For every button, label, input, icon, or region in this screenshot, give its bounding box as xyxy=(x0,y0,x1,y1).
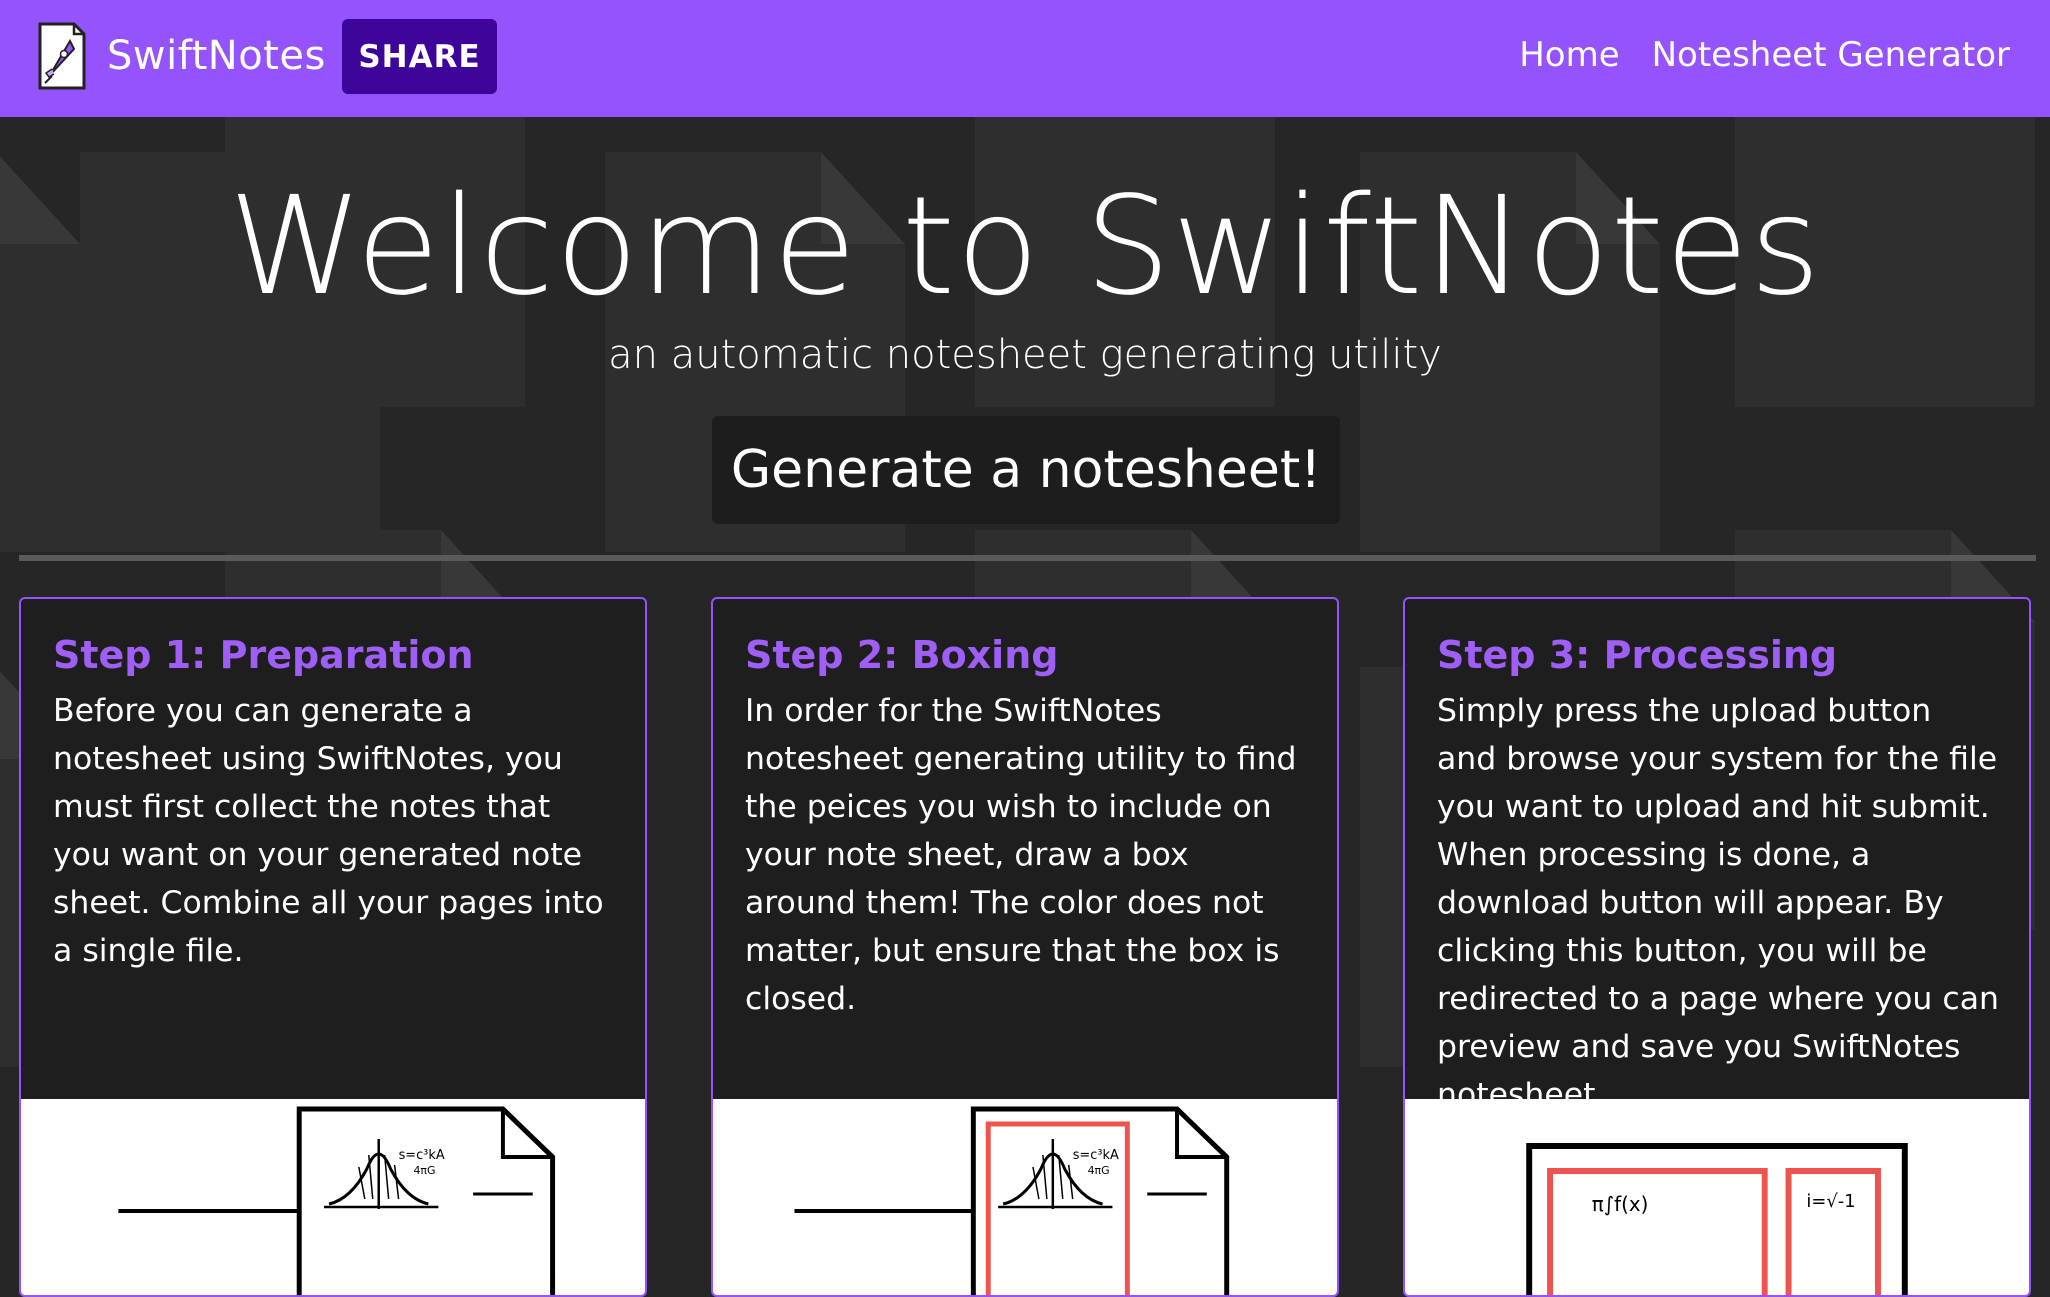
svg-text:i=√-1: i=√-1 xyxy=(1806,1191,1855,1212)
step-description: In order for the SwiftNotes notesheet ge… xyxy=(745,693,1297,1017)
svg-text:4πG: 4πG xyxy=(1088,1164,1110,1177)
nav-links: Home Notesheet Generator xyxy=(1519,35,2010,75)
hero-title: Welcome to SwiftNotes xyxy=(228,168,1822,326)
divider xyxy=(19,555,2036,561)
step-card-processing: Step 3: Processing Simply press the uplo… xyxy=(1403,597,2031,1297)
svg-text:s=c³kA: s=c³kA xyxy=(1073,1148,1119,1163)
step-illustration: s=c³kA 4πG xyxy=(713,1099,1337,1295)
top-navbar: SwiftNotes SHARE Home Notesheet Generato… xyxy=(0,0,2050,117)
notes-page-illustration: s=c³kA 4πG xyxy=(118,1106,556,1295)
brand[interactable]: SwiftNotes xyxy=(37,21,326,91)
step-description: Simply press the upload button and brows… xyxy=(1437,693,1999,1113)
step-title: Step 2: Boxing xyxy=(745,633,1059,677)
step-title: Step 1: Preparation xyxy=(53,633,474,677)
rocket-document-icon xyxy=(38,22,86,90)
step-card-preparation: Step 1: Preparation Before you can gener… xyxy=(19,597,647,1297)
svg-text:s=c³kA: s=c³kA xyxy=(399,1148,445,1163)
nav-link-home[interactable]: Home xyxy=(1519,35,1619,75)
step-title: Step 3: Processing xyxy=(1437,633,1838,677)
step-illustration: π∫f(x) i=√-1 xyxy=(1405,1099,2029,1295)
step-illustration: s=c³kA 4πG xyxy=(21,1099,645,1295)
hero-subtitle: an automatic notesheet generating utilit… xyxy=(608,332,1442,378)
step-description: Before you can generate a notesheet usin… xyxy=(53,693,604,969)
generate-notesheet-button[interactable]: Generate a notesheet! xyxy=(712,416,1340,524)
boxed-notes-illustration: s=c³kA 4πG xyxy=(794,1106,1230,1295)
svg-text:π∫f(x): π∫f(x) xyxy=(1592,1193,1649,1216)
share-button[interactable]: SHARE xyxy=(342,19,497,94)
svg-text:4πG: 4πG xyxy=(413,1164,435,1177)
processing-illustration: π∫f(x) i=√-1 xyxy=(1526,1143,1908,1295)
step-card-boxing: Step 2: Boxing In order for the SwiftNot… xyxy=(711,597,1339,1297)
nav-link-notesheet-generator[interactable]: Notesheet Generator xyxy=(1652,35,2010,75)
brand-name: SwiftNotes xyxy=(107,33,326,79)
